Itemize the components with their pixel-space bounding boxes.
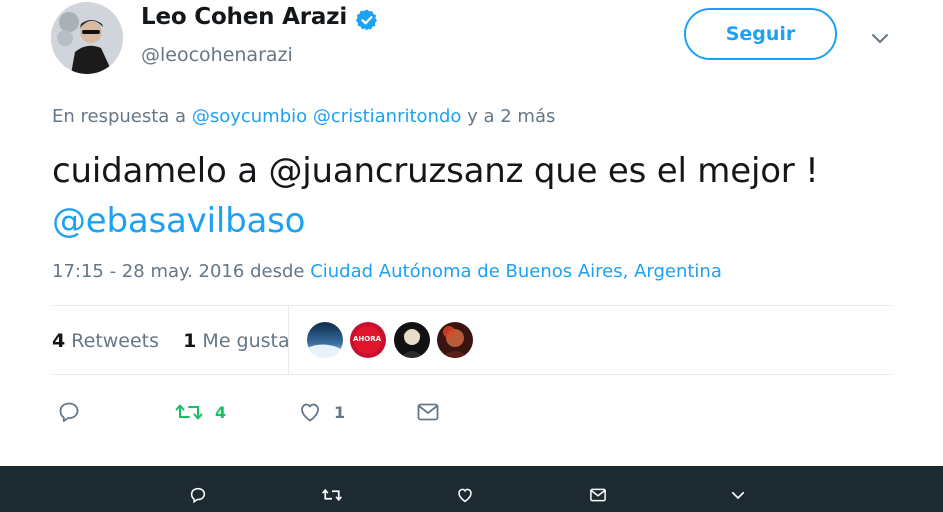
liker-avatar[interactable]: AHORA bbox=[350, 322, 386, 358]
display-name[interactable]: Leo Cohen Arazi bbox=[141, 4, 347, 30]
chevron-down-icon[interactable] bbox=[729, 486, 747, 504]
timestamp[interactable]: 17:15 - 28 may. 2016 bbox=[52, 261, 244, 282]
reply-context: En respuesta a @soycumbio @cristianriton… bbox=[52, 106, 555, 127]
reply-prefix: En respuesta a bbox=[52, 106, 187, 127]
retweet-icon[interactable] bbox=[175, 400, 203, 424]
mention-link[interactable]: @soycumbio bbox=[192, 106, 307, 127]
divider bbox=[52, 305, 892, 306]
reply-action[interactable] bbox=[57, 400, 81, 424]
mention-link[interactable]: @cristianritondo bbox=[313, 106, 462, 127]
envelope-icon[interactable] bbox=[589, 486, 607, 504]
tweet-meta: 17:15 - 28 may. 2016 desde Ciudad Autóno… bbox=[52, 261, 722, 282]
dm-action[interactable] bbox=[416, 400, 440, 424]
avatar[interactable] bbox=[51, 2, 123, 74]
retweet-icon[interactable] bbox=[321, 486, 343, 504]
tweet-text: cuidamelo a @juancruzsanz que es el mejo… bbox=[52, 146, 912, 246]
chevron-down-icon[interactable] bbox=[868, 26, 892, 50]
reply-icon[interactable] bbox=[189, 486, 207, 504]
location-link[interactable]: Ciudad Autónoma de Buenos Aires, Argenti… bbox=[310, 261, 722, 282]
tweet-text-line: cuidamelo a @juancruzsanz que es el mejo… bbox=[52, 151, 819, 191]
tweet-stats: 4 Retweets 1 Me gusta bbox=[52, 330, 290, 352]
reply-suffix[interactable]: y a 2 más bbox=[467, 106, 555, 127]
envelope-icon[interactable] bbox=[416, 400, 440, 424]
verified-badge-icon bbox=[355, 9, 377, 31]
retweet-count: 4 bbox=[215, 402, 227, 422]
liker-avatar[interactable] bbox=[437, 322, 473, 358]
like-action[interactable]: 1 bbox=[298, 400, 345, 424]
avatar-image bbox=[51, 2, 123, 74]
liker-avatar[interactable] bbox=[394, 322, 430, 358]
divider bbox=[288, 306, 289, 374]
follow-button[interactable]: Seguir bbox=[684, 8, 837, 60]
liker-avatar[interactable] bbox=[307, 322, 343, 358]
like-count: 1 bbox=[334, 402, 346, 422]
retweet-action[interactable]: 4 bbox=[175, 400, 226, 424]
liker-badge-text: AHORA bbox=[353, 335, 382, 343]
likes-stat[interactable]: 1 Me gusta bbox=[183, 330, 290, 352]
heart-icon[interactable] bbox=[298, 400, 322, 424]
heart-icon[interactable] bbox=[456, 486, 474, 504]
retweets-stat[interactable]: 4 Retweets bbox=[52, 330, 159, 352]
divider bbox=[52, 374, 892, 375]
reply-icon[interactable] bbox=[57, 400, 81, 424]
meta-from: desde bbox=[250, 261, 305, 282]
mention-link[interactable]: @ebasavilbaso bbox=[52, 196, 912, 246]
user-handle[interactable]: @leocohenarazi bbox=[141, 44, 293, 66]
